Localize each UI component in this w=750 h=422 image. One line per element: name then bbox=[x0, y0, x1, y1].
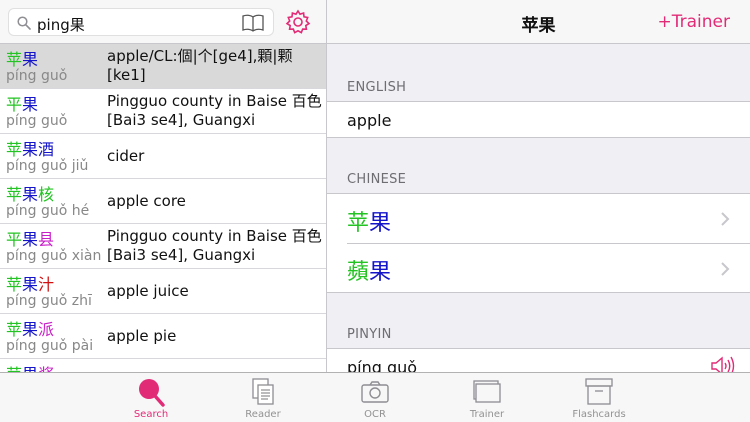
result-row[interactable]: 苹果核 píng guǒ hé apple core bbox=[0, 179, 326, 224]
chinese-cell-group: 苹果 蘋果 bbox=[327, 193, 750, 293]
result-row[interactable]: 苹果派 píng guǒ pài apple pie bbox=[0, 314, 326, 359]
traditional-row[interactable]: 蘋果 bbox=[327, 244, 750, 293]
tab-trainer[interactable]: Trainer bbox=[447, 373, 527, 422]
tab-reader[interactable]: Reader bbox=[223, 373, 303, 422]
result-hanzi: 平果 bbox=[6, 91, 38, 115]
result-row[interactable]: 平果 píng guǒ Pingguo county in Baise 百色[Bai… bbox=[0, 89, 326, 134]
hanzi-character: 苹 bbox=[6, 50, 23, 69]
traditional-characters: 蘋果 bbox=[347, 254, 391, 286]
result-definition: cider bbox=[107, 147, 145, 165]
search-icon bbox=[17, 16, 31, 30]
tab-label: Reader bbox=[245, 409, 281, 420]
result-row[interactable]: 苹果酒 píng guǒ jiǔ cider bbox=[0, 134, 326, 179]
hanzi-character: 核 bbox=[38, 185, 55, 204]
result-definition: apple juice bbox=[107, 282, 189, 300]
search-bar: ping果 bbox=[0, 0, 326, 44]
detail-nav-bar: 苹果 +Trainer bbox=[327, 0, 750, 44]
hanzi-character: 苹 bbox=[6, 185, 23, 204]
trainer-cards-icon bbox=[473, 380, 501, 403]
chevron-right-icon bbox=[721, 262, 730, 276]
tab-label: OCR bbox=[364, 409, 386, 420]
hanzi-character: 派 bbox=[38, 320, 55, 339]
hanzi-character: 果 bbox=[22, 320, 39, 339]
result-definition: Pingguo county in Baise 百色[Bai3 se4], Gu… bbox=[107, 227, 322, 264]
result-row[interactable]: 平果县 píng guǒ xiàn Pingguo county in Baise … bbox=[0, 224, 326, 269]
reader-icon bbox=[252, 378, 274, 405]
hanzi-character: 苹 bbox=[6, 275, 23, 294]
result-pinyin: píng guǒ bbox=[6, 68, 68, 84]
camera-icon bbox=[361, 381, 389, 403]
hanzi-character: 果 bbox=[22, 185, 39, 204]
tab-search[interactable]: Search bbox=[111, 373, 191, 422]
result-pinyin: píng guǒ pài bbox=[6, 338, 94, 354]
result-row[interactable]: 苹果 píng guǒ apple/CL:個|个[ge4],顆|颗[ke1] bbox=[0, 44, 326, 89]
english-value: apple bbox=[347, 111, 392, 130]
result-definition: apple/CL:個|个[ge4],顆|颗[ke1] bbox=[107, 47, 293, 84]
hanzi-character: 果 bbox=[22, 95, 39, 114]
hanzi-character: 县 bbox=[38, 230, 55, 249]
hanzi-character: 果 bbox=[369, 260, 392, 285]
result-hanzi: 苹果派 bbox=[6, 316, 54, 340]
hanzi-character: 果 bbox=[22, 230, 39, 249]
result-hanzi: 平果县 bbox=[6, 226, 54, 250]
gear-icon[interactable] bbox=[285, 9, 311, 35]
hanzi-character: 苹 bbox=[6, 140, 23, 159]
add-to-trainer-button[interactable]: +Trainer bbox=[658, 12, 730, 32]
result-pinyin: píng guǒ jiǔ bbox=[6, 158, 89, 174]
result-pinyin: píng guǒ hé bbox=[6, 203, 90, 219]
hanzi-character: 苹 bbox=[6, 320, 23, 339]
flashcards-box-icon bbox=[585, 378, 613, 405]
detail-pane: 苹果 +Trainer ENGLISH apple CHINESE 苹果 蘋果 … bbox=[327, 0, 750, 372]
tab-flashcards[interactable]: Flashcards bbox=[559, 373, 639, 422]
hanzi-character: 苹 bbox=[347, 211, 370, 236]
result-pinyin: píng guǒ zhī bbox=[6, 293, 92, 309]
result-definition: apple core bbox=[107, 192, 186, 210]
result-hanzi: 苹果核 bbox=[6, 181, 54, 205]
result-definition: apple pie bbox=[107, 327, 177, 345]
result-definition: Pingguo county in Baise 百色[Bai3 se4], Gu… bbox=[107, 92, 322, 129]
result-hanzi: 苹果汁 bbox=[6, 271, 54, 295]
result-hanzi: 苹果酱 bbox=[6, 361, 54, 372]
results-pane: 苹果 píng guǒ apple/CL:個|个[ge4],顆|颗[ke1] 平果 pí… bbox=[0, 0, 326, 372]
speaker-icon[interactable] bbox=[710, 355, 736, 372]
hanzi-character: 苹 bbox=[6, 365, 22, 372]
chinese-section-header: CHINESE bbox=[347, 172, 407, 187]
search-icon bbox=[139, 379, 165, 407]
english-cell: apple bbox=[327, 101, 750, 138]
pinyin-section-header: PINYIN bbox=[347, 327, 392, 342]
book-icon[interactable] bbox=[241, 13, 265, 33]
hanzi-character: 果 bbox=[22, 140, 39, 159]
pinyin-cell[interactable]: píng guǒ bbox=[327, 348, 750, 372]
simplified-characters: 苹果 bbox=[347, 205, 391, 237]
tab-label: Flashcards bbox=[572, 409, 626, 420]
hanzi-character: 平 bbox=[6, 230, 23, 249]
tab-ocr[interactable]: OCR bbox=[335, 373, 415, 422]
tab-label: Search bbox=[133, 409, 169, 420]
search-field[interactable]: ping果 bbox=[8, 8, 274, 36]
hanzi-character: 果 bbox=[22, 365, 38, 372]
tab-label: Trainer bbox=[469, 409, 505, 420]
result-pinyin: píng guǒ xiàn bbox=[6, 248, 102, 264]
chevron-right-icon bbox=[721, 212, 730, 226]
result-pinyin: píng guǒ bbox=[6, 113, 68, 129]
hanzi-character: 果 bbox=[22, 275, 39, 294]
result-hanzi: 苹果 bbox=[6, 46, 38, 70]
search-input[interactable]: ping果 bbox=[37, 14, 85, 35]
hanzi-character: 汁 bbox=[38, 275, 55, 294]
result-row[interactable]: 苹果酱 bbox=[0, 359, 326, 372]
result-hanzi: 苹果酒 bbox=[6, 136, 54, 160]
result-row[interactable]: 苹果汁 píng guǒ zhī apple juice bbox=[0, 269, 326, 314]
hanzi-character: 果 bbox=[369, 211, 392, 236]
pinyin-value: píng guǒ bbox=[347, 358, 418, 372]
hanzi-character: 蘋 bbox=[347, 260, 370, 285]
hanzi-character: 果 bbox=[22, 50, 39, 69]
english-section-header: ENGLISH bbox=[347, 80, 407, 95]
simplified-row[interactable]: 苹果 bbox=[327, 194, 750, 244]
hanzi-character: 酒 bbox=[38, 140, 55, 159]
hanzi-character: 平 bbox=[6, 95, 23, 114]
tab-bar: Search Reader OCR Trainer Flashcards bbox=[0, 372, 750, 422]
hanzi-character: 酱 bbox=[38, 365, 54, 372]
